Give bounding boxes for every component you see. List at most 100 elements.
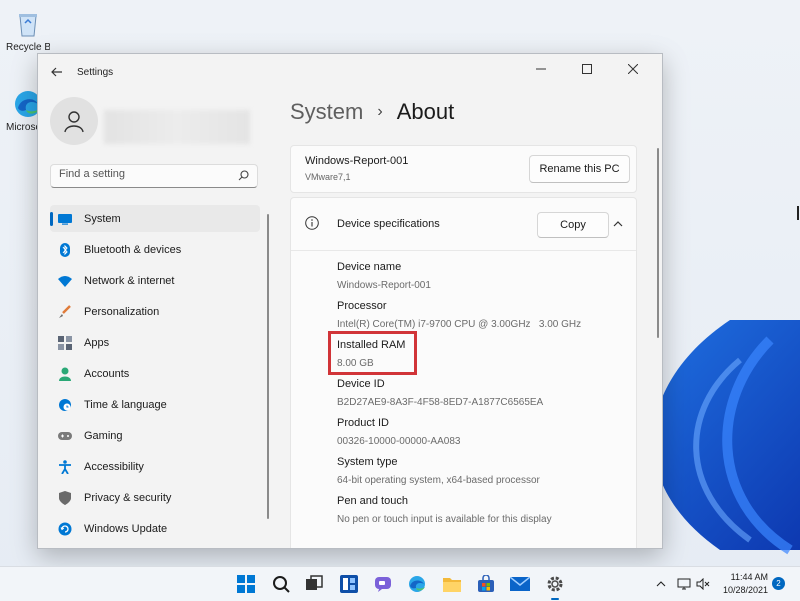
sidebar-item-accessibility[interactable]: Accessibility — [50, 453, 260, 480]
sidebar-item-label: Bluetooth & devices — [84, 243, 182, 256]
wifi-icon — [58, 274, 72, 288]
rename-pc-button[interactable]: Rename this PC — [529, 155, 630, 183]
sidebar-item-system[interactable]: System — [50, 205, 260, 232]
specs-title: Device specifications — [337, 218, 440, 230]
cursor-mark — [797, 206, 799, 220]
notification-badge[interactable]: 2 — [772, 577, 785, 590]
gamepad-icon — [58, 429, 72, 443]
accounts-icon — [58, 367, 72, 381]
sidebar-item-label: Windows Update — [84, 522, 168, 535]
bluetooth-icon — [58, 242, 72, 257]
recycle-bin-icon — [12, 8, 44, 40]
sidebar-item-apps[interactable]: Apps — [50, 329, 260, 356]
sidebar-item-windows-update[interactable]: Windows Update — [50, 515, 260, 542]
breadcrumb-parent[interactable]: System — [290, 99, 363, 125]
sidebar-item-personalization[interactable]: Personalization — [50, 298, 260, 325]
page-title: About — [396, 99, 455, 124]
info-icon — [305, 216, 319, 230]
spec-pen-touch: Pen and touch No pen or touch input is a… — [337, 495, 552, 525]
sidebar-item-label: System — [84, 212, 121, 225]
shield-icon — [58, 490, 72, 505]
clock-time: 11:44 AM — [730, 572, 768, 582]
spec-label: Pen and touch — [337, 495, 408, 507]
sidebar-item-label: Time & language — [84, 398, 167, 411]
ram-highlight-box — [328, 331, 417, 375]
spec-value: No pen or touch input is available for t… — [337, 514, 552, 525]
taskbar-clock[interactable]: 11:44 AM 10/28/2021 — [718, 571, 768, 597]
avatar[interactable] — [50, 97, 98, 145]
person-icon — [64, 111, 84, 133]
pc-name-card: Windows-Report-001 VMware7,1 Rename this… — [290, 145, 637, 193]
settings-window: Settings System Bluetooth & devices Netw… — [37, 53, 663, 549]
sidebar-item-label: Privacy & security — [84, 491, 172, 504]
sidebar-item-label: Personalization — [84, 305, 160, 318]
globe-clock-icon — [58, 398, 72, 412]
file-explorer-icon[interactable] — [440, 572, 464, 596]
sidebar-item-label: Apps — [84, 336, 110, 349]
spec-value: Windows-Report-001 — [337, 280, 431, 291]
network-icon[interactable] — [677, 567, 691, 601]
copy-button[interactable]: Copy — [537, 212, 609, 238]
search-icon — [238, 170, 249, 181]
volume-muted-icon[interactable] — [696, 567, 710, 601]
spec-device-name: Device name Windows-Report-001 — [337, 261, 431, 291]
settings-icon[interactable] — [543, 572, 567, 600]
main-scrollbar[interactable] — [657, 148, 659, 338]
apps-icon — [58, 335, 72, 350]
spec-label: System type — [337, 456, 398, 468]
sidebar-item-bluetooth[interactable]: Bluetooth & devices — [50, 236, 260, 263]
task-view-icon[interactable] — [302, 572, 326, 596]
sidebar-nav: System Bluetooth & devices Network & int… — [50, 205, 260, 546]
breadcrumb: System › About — [290, 99, 454, 125]
start-icon[interactable] — [234, 572, 258, 596]
minimize-icon — [536, 68, 546, 70]
sidebar-item-gaming[interactable]: Gaming — [50, 422, 260, 449]
sidebar-item-label: Accessibility — [84, 460, 144, 473]
brush-icon — [58, 304, 72, 319]
accessibility-icon — [58, 459, 72, 474]
spec-product-id: Product ID 00326-10000-00000-AA083 — [337, 417, 460, 447]
close-icon — [628, 64, 638, 74]
spec-value: 00326-10000-00000-AA083 — [337, 436, 461, 447]
edge-icon[interactable] — [405, 572, 429, 596]
window-title: Settings — [77, 67, 114, 78]
spec-value: B2D27AE9-8A3F-4F58-8ED7-A1877C6565EA — [337, 397, 544, 408]
sidebar-item-time-language[interactable]: Time & language — [50, 391, 260, 418]
pc-model: VMware7,1 — [305, 172, 351, 182]
system-icon — [58, 212, 72, 226]
sidebar-item-label: Network & internet — [84, 274, 175, 287]
mail-icon[interactable] — [508, 572, 532, 596]
close-button[interactable] — [610, 54, 656, 84]
widgets-icon[interactable] — [337, 572, 361, 596]
spec-label: Device ID — [337, 378, 385, 390]
back-arrow-icon[interactable] — [50, 65, 64, 79]
desktop-recycle-bin[interactable]: Recycle Bin — [6, 8, 50, 53]
spec-value: Intel(R) Core(TM) i7-9700 CPU @ 3.00GHz … — [337, 319, 582, 330]
sidebar-item-network[interactable]: Network & internet — [50, 267, 260, 294]
title-bar: Settings — [38, 54, 662, 90]
minimize-button[interactable] — [518, 54, 564, 84]
search-input[interactable] — [59, 168, 229, 180]
specs-header[interactable]: Device specifications Copy — [291, 198, 636, 251]
chat-icon[interactable] — [371, 572, 395, 596]
taskbar: 11:44 AM 10/28/2021 2 — [0, 566, 800, 601]
spec-label: Processor — [337, 300, 387, 312]
pc-name: Windows-Report-001 — [305, 155, 409, 167]
sidebar-scrollbar[interactable] — [267, 214, 269, 519]
spec-system-type: System type 64-bit operating system, x64… — [337, 456, 540, 486]
sidebar-item-accounts[interactable]: Accounts — [50, 360, 260, 387]
sidebar-item-privacy[interactable]: Privacy & security — [50, 484, 260, 511]
spec-label: Product ID — [337, 417, 389, 429]
search-icon[interactable] — [269, 572, 293, 596]
clock-date: 10/28/2021 — [722, 585, 768, 595]
spec-device-id: Device ID B2D27AE9-8A3F-4F58-8ED7-A1877C… — [337, 378, 543, 408]
chevron-right-icon: › — [377, 103, 383, 120]
tray-chevron-up-icon[interactable] — [656, 567, 666, 601]
maximize-icon — [582, 64, 592, 74]
search-box[interactable] — [50, 164, 258, 188]
spec-value: 64-bit operating system, x64-based proce… — [337, 475, 540, 486]
maximize-button[interactable] — [564, 54, 610, 84]
chevron-up-icon[interactable] — [612, 218, 624, 230]
store-icon[interactable] — [474, 572, 498, 596]
spec-label: Device name — [337, 261, 402, 273]
